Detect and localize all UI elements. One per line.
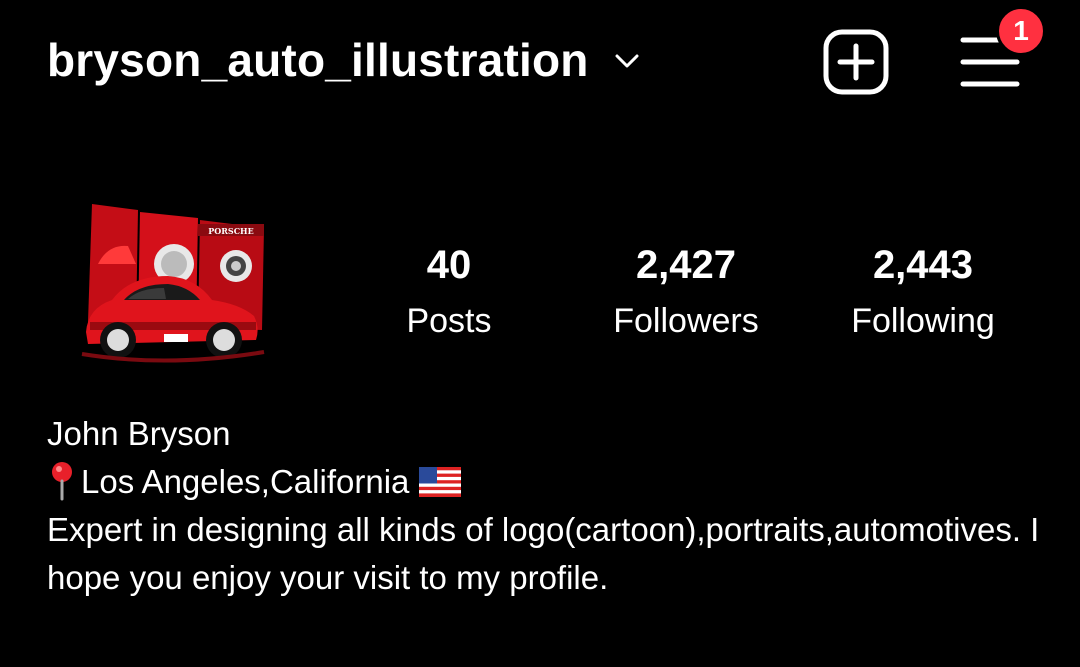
followers-value: 2,427 xyxy=(635,243,737,287)
profile-avatar[interactable]: PORSCHE xyxy=(78,204,268,376)
chevron-down-icon xyxy=(615,54,639,68)
username: bryson_auto_illustration xyxy=(47,34,589,86)
following-value: 2,443 xyxy=(872,243,974,287)
bio-location-line: Los Angeles,California xyxy=(47,458,1057,506)
following-label: Following xyxy=(851,302,995,340)
posts-value: 40 xyxy=(426,243,472,287)
followers-count[interactable]: 2,427 Followers xyxy=(576,242,796,344)
map-pin-icon xyxy=(52,462,72,501)
profile-bio: John Bryson Los Angeles,California Exper… xyxy=(47,410,1057,602)
account-switcher[interactable]: bryson_auto_illustration xyxy=(47,30,641,90)
bio-name: John Bryson xyxy=(47,415,231,452)
new-post-button[interactable] xyxy=(823,29,889,95)
svg-text:PORSCHE: PORSCHE xyxy=(208,226,253,236)
followers-label: Followers xyxy=(613,302,759,340)
profile-header: bryson_auto_illustration 1 xyxy=(0,0,1080,120)
us-flag-icon xyxy=(419,467,462,497)
posts-count[interactable]: 40 Posts xyxy=(339,242,559,344)
following-count[interactable]: 2,443 Following xyxy=(813,242,1033,344)
bio-location: Los Angeles,California xyxy=(81,463,410,500)
notification-badge: 1 xyxy=(996,6,1046,56)
posts-label: Posts xyxy=(406,302,492,340)
bio-description: Expert in designing all kinds of logo(ca… xyxy=(47,511,1040,596)
